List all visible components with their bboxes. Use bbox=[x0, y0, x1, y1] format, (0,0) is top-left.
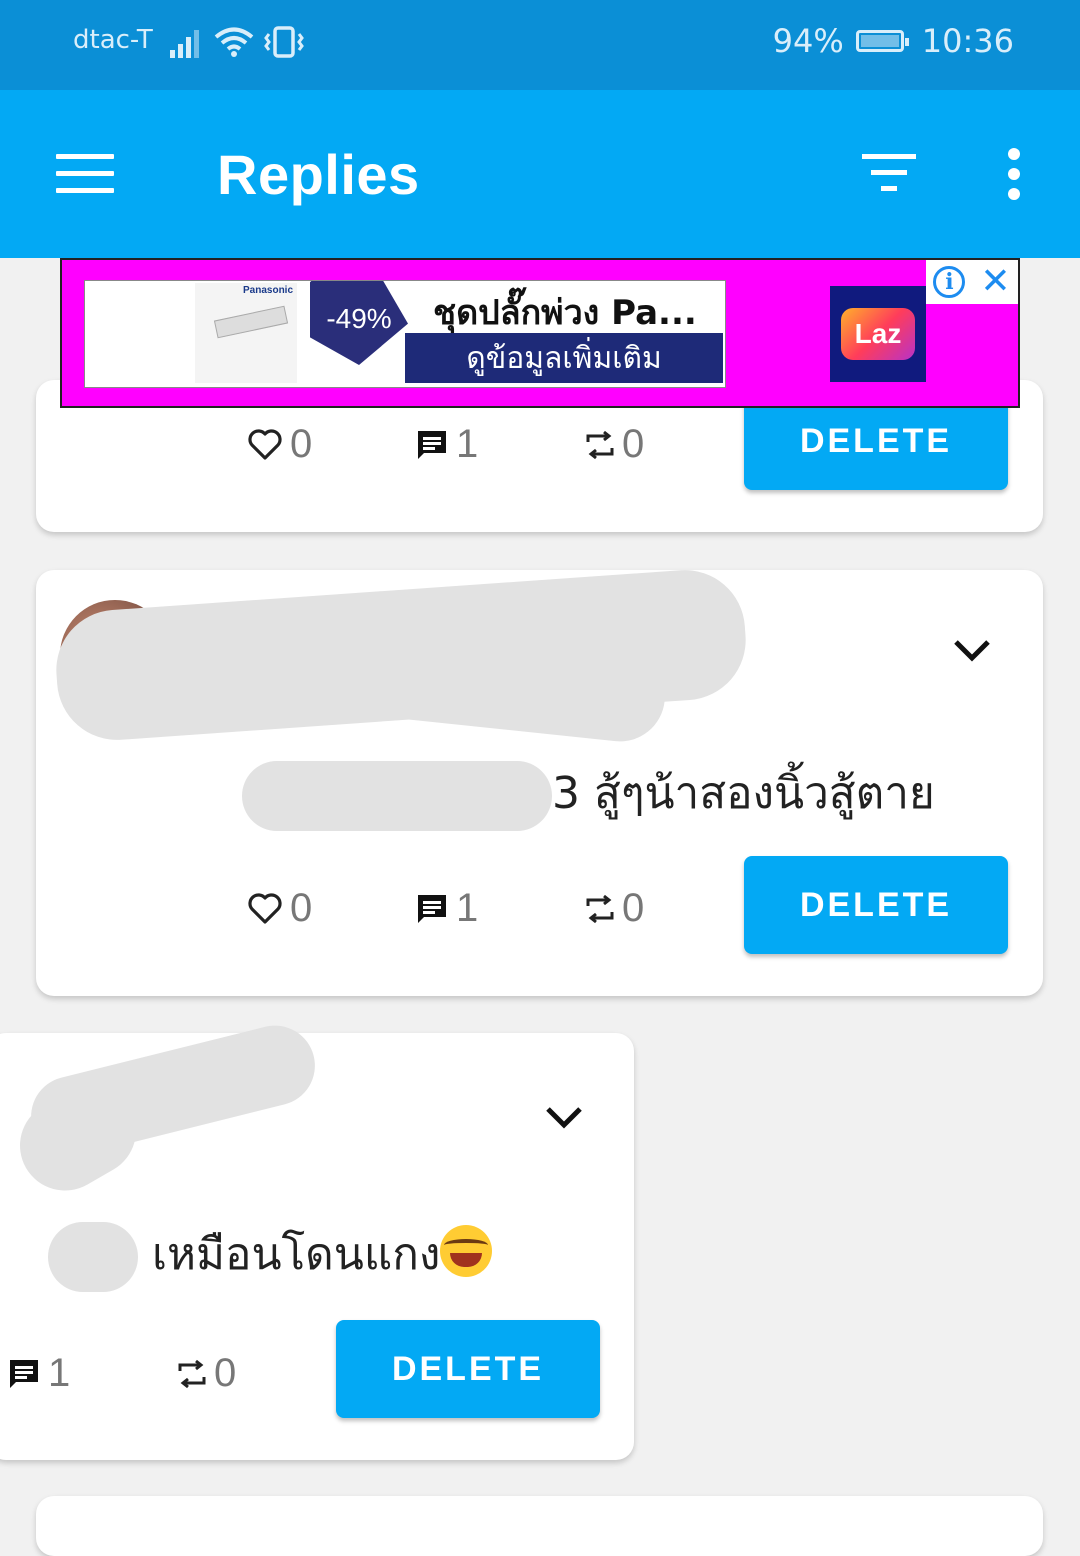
wifi-icon bbox=[214, 27, 254, 57]
page-title: Replies bbox=[217, 143, 420, 206]
carrier-label: dtac-T bbox=[73, 25, 153, 55]
battery-percent: 94% bbox=[772, 22, 844, 60]
ad-cta-button[interactable]: ดูข้อมูลเพิ่มเติม bbox=[405, 333, 723, 383]
laughing-emoji-icon bbox=[440, 1225, 493, 1277]
like-stat[interactable]: 0 bbox=[248, 886, 312, 931]
reply-text: เหมือนโดนแกง bbox=[48, 1219, 493, 1292]
filter-icon[interactable] bbox=[862, 154, 916, 194]
retweet-count: 0 bbox=[622, 422, 645, 466]
comment-count: 1 bbox=[48, 1351, 71, 1395]
chevron-down-icon[interactable] bbox=[952, 636, 992, 664]
signal-icon bbox=[170, 30, 199, 58]
hamburger-menu-icon[interactable] bbox=[56, 154, 114, 194]
retweet-count: 0 bbox=[622, 886, 645, 930]
redacted-area bbox=[242, 761, 552, 831]
comment-icon bbox=[418, 430, 446, 459]
battery-icon bbox=[855, 30, 909, 52]
comment-stat[interactable]: 1 bbox=[8, 1351, 70, 1396]
retweet-stat[interactable]: 0 bbox=[178, 1351, 236, 1396]
clock: 10:36 bbox=[921, 22, 1014, 60]
like-count: 0 bbox=[290, 422, 313, 466]
comment-count: 1 bbox=[456, 422, 479, 466]
reply-card: 3 สู้ๆน้าสองนิ้วสู้ตาย 0 1 0 DELETE bbox=[36, 566, 1043, 996]
like-count: 0 bbox=[290, 886, 313, 930]
status-bar: dtac-T 94% 10:36 bbox=[0, 0, 1080, 90]
ad-banner[interactable]: Panasonic -49% ชุดปลั๊กพ่วง Pa... ดูข้อม… bbox=[60, 258, 1020, 408]
retweet-icon bbox=[586, 430, 614, 459]
ad-product-image: Panasonic bbox=[195, 283, 297, 383]
reply-text-visible: เหมือนโดนแกง bbox=[152, 1229, 441, 1280]
heart-icon bbox=[248, 428, 282, 460]
delete-button[interactable]: DELETE bbox=[744, 856, 1008, 954]
retweet-stat[interactable]: 0 bbox=[586, 886, 644, 931]
comment-icon bbox=[10, 1359, 38, 1388]
ad-discount-badge: -49% bbox=[310, 281, 408, 365]
more-options-icon[interactable] bbox=[1004, 148, 1024, 200]
status-right: 94% 10:36 bbox=[773, 22, 1014, 60]
ad-title: ชุดปลั๊กพ่วง Pa... bbox=[433, 293, 697, 333]
retweet-stat[interactable]: 0 bbox=[586, 422, 644, 467]
ad-brand: Panasonic bbox=[243, 285, 294, 296]
redacted-area bbox=[48, 1222, 138, 1292]
app-bar: Replies bbox=[0, 90, 1080, 258]
close-icon[interactable]: ✕ bbox=[980, 264, 1010, 300]
reply-card bbox=[36, 1496, 1043, 1556]
reply-text-visible: 3 สู้ๆน้าสองนิ้วสู้ตาย bbox=[552, 768, 935, 819]
info-icon[interactable]: i bbox=[933, 266, 966, 298]
ad-choices[interactable]: i ✕ bbox=[926, 260, 1018, 304]
comment-stat[interactable]: 1 bbox=[416, 886, 478, 931]
comment-count: 1 bbox=[456, 886, 479, 930]
status-icons bbox=[170, 26, 304, 58]
retweet-count: 0 bbox=[214, 1351, 237, 1395]
comment-icon bbox=[418, 894, 446, 923]
comment-stat[interactable]: 1 bbox=[416, 422, 478, 467]
vibrate-icon bbox=[264, 26, 304, 58]
reply-card: เหมือนโดนแกง 1 0 DELETE bbox=[0, 1017, 634, 1460]
retweet-icon bbox=[178, 1359, 206, 1388]
retweet-icon bbox=[586, 894, 614, 923]
lazada-logo[interactable]: Laz bbox=[830, 286, 926, 382]
reply-text: 3 สู้ๆน้าสองนิ้วสู้ตาย bbox=[242, 758, 935, 831]
delete-button[interactable]: DELETE bbox=[336, 1320, 600, 1418]
chevron-down-icon[interactable] bbox=[544, 1103, 584, 1131]
like-stat[interactable]: 0 bbox=[248, 422, 312, 467]
heart-icon bbox=[248, 892, 282, 924]
ad-logo-text: Laz bbox=[841, 308, 915, 360]
ad-product-panel[interactable]: Panasonic -49% ชุดปลั๊กพ่วง Pa... ดูข้อม… bbox=[84, 280, 726, 388]
